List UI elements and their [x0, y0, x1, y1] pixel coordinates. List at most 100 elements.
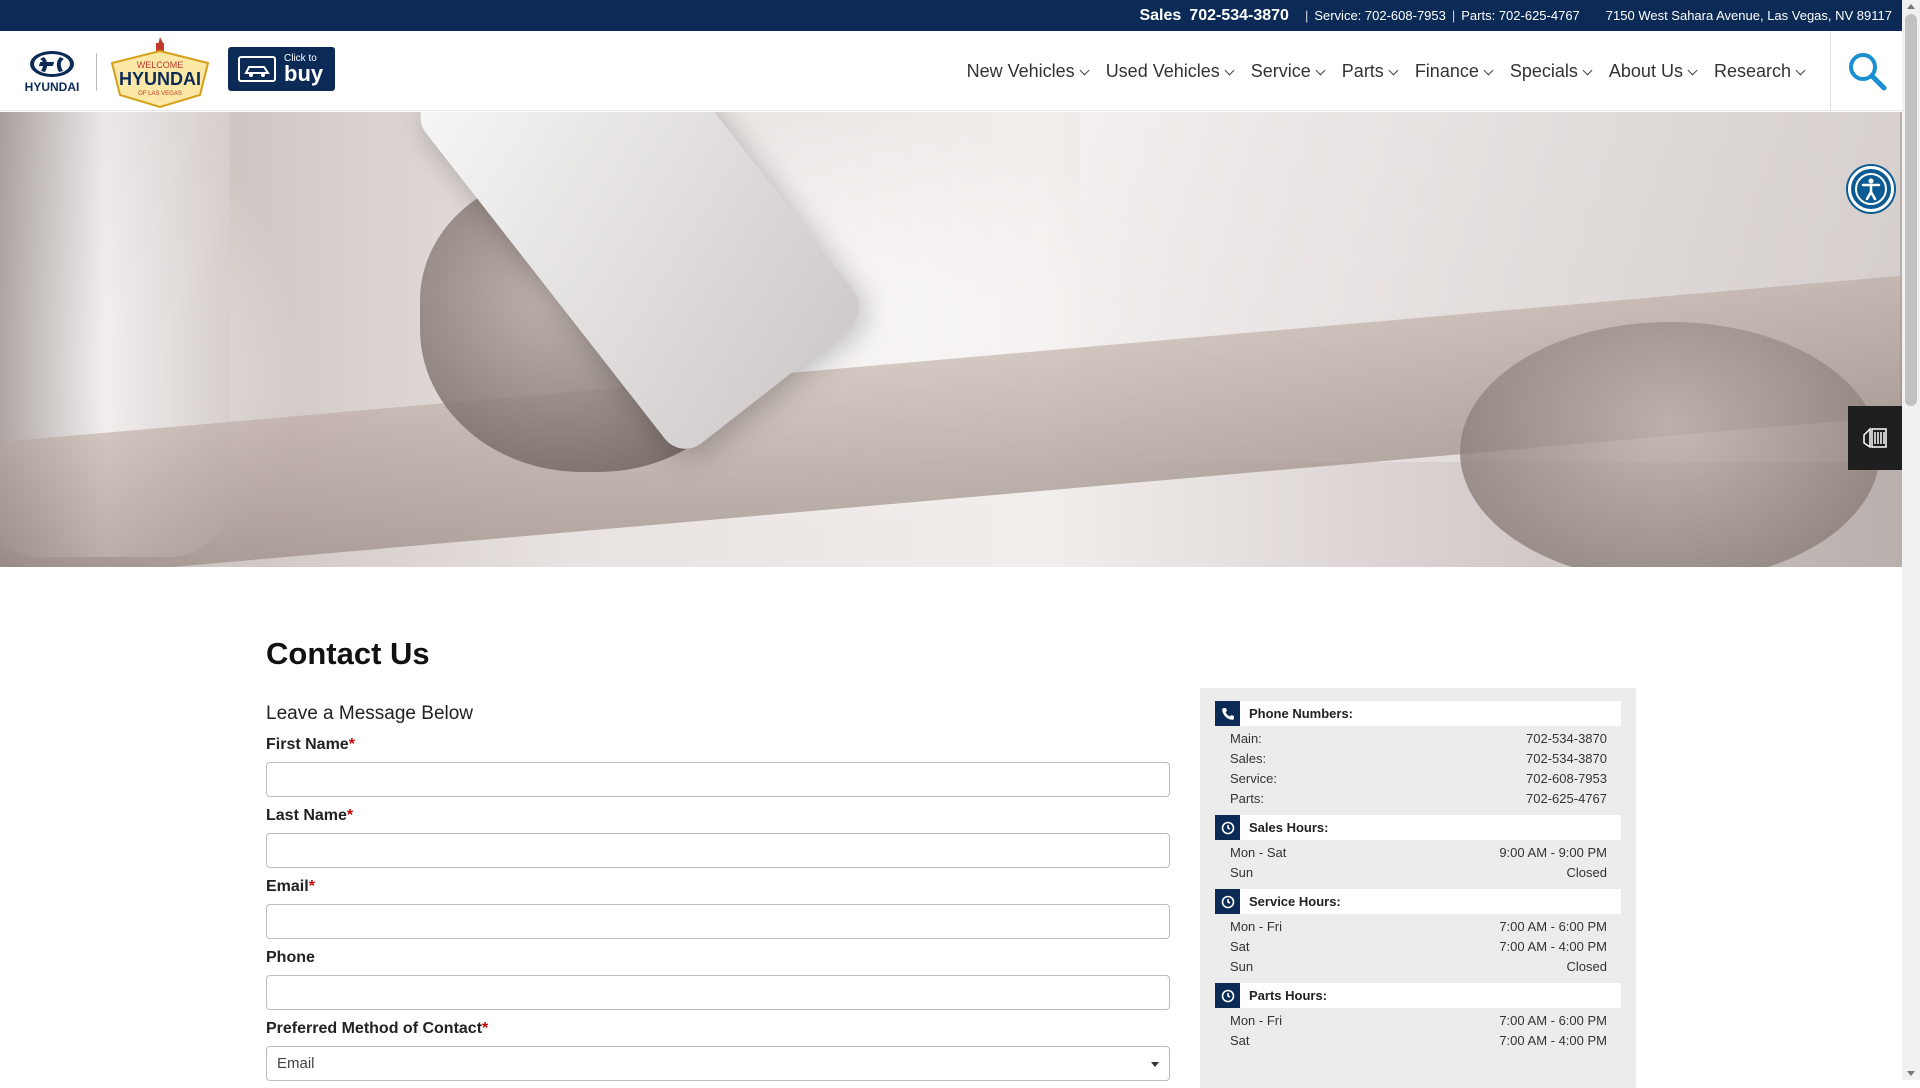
- row-label: Service:: [1230, 770, 1277, 786]
- sales-hours-block: Sales Hours: Mon - Sat 9:00 AM - 9:00 PM …: [1215, 815, 1621, 882]
- dealer-address-link[interactable]: 7150 West Sahara Avenue, Las Vegas, NV 8…: [1606, 8, 1892, 23]
- required-mark: *: [346, 807, 354, 824]
- chevron-down-icon: [1079, 65, 1090, 75]
- phone-row[interactable]: Service: 702-608-7953: [1215, 768, 1621, 788]
- chevron-down-icon: [1388, 65, 1399, 75]
- row-value: 702-608-7953: [1526, 770, 1607, 786]
- hero-image: [0, 112, 1902, 567]
- parts-hours-title: Parts Hours:: [1249, 988, 1328, 1003]
- row-value: 702-625-4767: [1526, 790, 1607, 806]
- dealer-logo[interactable]: WELCOME HYUNDAI OF LAS VEGAS: [106, 35, 214, 109]
- chevron-down-icon: [1315, 65, 1326, 75]
- row-label: Sun: [1230, 864, 1254, 880]
- scrollbar-thumb[interactable]: [1905, 14, 1917, 406]
- hours-row: Mon - Sat 9:00 AM - 9:00 PM: [1215, 842, 1621, 862]
- main-nav: New Vehicles Used Vehicles Service Parts…: [949, 31, 1806, 111]
- hyundai-logo[interactable]: HYUNDAI: [18, 49, 86, 95]
- phone-icon: [1215, 701, 1240, 726]
- side-panel-tab[interactable]: [1848, 406, 1902, 470]
- nav-label: Parts: [1341, 60, 1384, 81]
- row-value: 702-534-3870: [1526, 750, 1607, 766]
- dealer-logo-main-text: HYUNDAI: [119, 69, 201, 89]
- last-name-input[interactable]: [266, 833, 1170, 868]
- nav-used-vehicles[interactable]: Used Vehicles: [1105, 60, 1235, 82]
- row-label: Sales:: [1230, 750, 1267, 766]
- scroll-up-arrow-icon[interactable]: [1907, 4, 1915, 9]
- top-contact-bar: Sales 702-534-3870 | Service: 702-608-795…: [0, 0, 1902, 31]
- hours-row: Sat 7:00 AM - 4:00 PM: [1215, 936, 1621, 956]
- label-text: Email: [266, 878, 309, 895]
- phone-row[interactable]: Main: 702-534-3870: [1215, 728, 1621, 748]
- parts-hours-block: Parts Hours: Mon - Fri 7:00 AM - 6:00 PM …: [1215, 983, 1621, 1050]
- row-label: Mon - Fri: [1230, 918, 1282, 934]
- phone-row[interactable]: Sales: 702-534-3870: [1215, 748, 1621, 768]
- nav-finance[interactable]: Finance: [1415, 61, 1494, 82]
- hours-row: Mon - Fri 7:00 AM - 6:00 PM: [1215, 916, 1621, 936]
- caret-down-icon: [1151, 1062, 1159, 1067]
- row-value: 7:00 AM - 6:00 PM: [1499, 1012, 1607, 1028]
- required-mark: *: [348, 736, 355, 753]
- nav-label: Specials: [1509, 60, 1578, 81]
- nav-label: New Vehicles: [966, 60, 1075, 81]
- phone-label: Phone: [266, 949, 315, 967]
- chevron-down-icon: [1483, 65, 1494, 75]
- nav-new-vehicles[interactable]: New Vehicles: [966, 60, 1090, 82]
- chevron-down-icon: [1795, 65, 1806, 75]
- site-header: HYUNDAI WELCOME HYUNDAI OF LAS VEGAS Cli…: [0, 31, 1902, 111]
- search-button[interactable]: [1830, 31, 1902, 111]
- page-scrollbar[interactable]: [1902, 0, 1920, 1080]
- clock-icon: [1215, 889, 1240, 914]
- chevron-down-icon: [1582, 65, 1593, 75]
- page-title: Contact Us: [266, 636, 430, 671]
- row-label: Parts:: [1230, 790, 1264, 806]
- nav-label: About Us: [1608, 60, 1683, 81]
- phone-row[interactable]: Parts: 702-625-4767: [1215, 788, 1621, 808]
- row-value: Closed: [1566, 958, 1607, 974]
- hours-row: Mon - Fri 7:00 AM - 6:00 PM: [1215, 1010, 1621, 1030]
- row-label: Sat: [1230, 938, 1250, 954]
- row-value: Closed: [1566, 864, 1607, 880]
- row-label: Mon - Fri: [1230, 1012, 1282, 1028]
- dealer-info-panel: Phone Numbers: Main: 702-534-3870 Sales: 7…: [1200, 688, 1636, 1088]
- search-icon: [1848, 53, 1886, 91]
- row-value: 702-534-3870: [1526, 730, 1607, 746]
- buy-text: buy: [284, 60, 324, 86]
- chevron-down-icon: [1687, 65, 1698, 75]
- logo-divider: [96, 53, 97, 91]
- preferred-contact-select[interactable]: Email: [266, 1046, 1170, 1081]
- service-phone-link[interactable]: Service: 702-608-7953: [1314, 8, 1446, 23]
- label-text: First Name: [266, 736, 349, 753]
- nav-specials[interactable]: Specials: [1509, 60, 1593, 82]
- phone-numbers-block: Phone Numbers: Main: 702-534-3870 Sales: 7…: [1215, 701, 1621, 808]
- service-hours-header: Service Hours:: [1215, 889, 1621, 914]
- nav-parts[interactable]: Parts: [1341, 60, 1399, 82]
- sales-phone-link[interactable]: Sales 702-534-3870: [1139, 7, 1288, 25]
- clock-icon: [1215, 983, 1240, 1008]
- row-value: 7:00 AM - 6:00 PM: [1499, 918, 1607, 934]
- email-input[interactable]: [266, 904, 1170, 939]
- required-mark: *: [308, 878, 315, 895]
- accessibility-button[interactable]: [1848, 166, 1894, 212]
- divider: |: [1451, 8, 1456, 23]
- service-hours-block: Service Hours: Mon - Fri 7:00 AM - 6:00 P…: [1215, 889, 1621, 976]
- nav-about-us[interactable]: About Us: [1608, 60, 1698, 82]
- row-value: 9:00 AM - 9:00 PM: [1499, 844, 1607, 860]
- row-label: Sun: [1230, 958, 1254, 974]
- hours-row: Sun Closed: [1215, 956, 1621, 976]
- click-to-buy-button[interactable]: Click to buy: [228, 47, 335, 91]
- first-name-input[interactable]: [266, 762, 1170, 797]
- selected-value: Email: [277, 1055, 315, 1072]
- nav-service[interactable]: Service: [1251, 61, 1326, 82]
- label-text: Preferred Method of Contact: [266, 1020, 483, 1037]
- row-label: Main:: [1230, 730, 1262, 746]
- row-value: 7:00 AM - 4:00 PM: [1499, 938, 1607, 954]
- phone-input[interactable]: [266, 975, 1170, 1010]
- parts-phone-link[interactable]: Parts: 702-625-4767: [1461, 8, 1580, 23]
- row-label: Sat: [1230, 1032, 1250, 1048]
- nav-label: Research: [1713, 60, 1791, 81]
- scroll-down-arrow-icon[interactable]: [1907, 1071, 1915, 1076]
- nav-label: Used Vehicles: [1105, 60, 1220, 81]
- nav-research[interactable]: Research: [1713, 60, 1806, 82]
- clock-icon: [1215, 815, 1240, 840]
- sales-hours-header: Sales Hours:: [1215, 815, 1621, 840]
